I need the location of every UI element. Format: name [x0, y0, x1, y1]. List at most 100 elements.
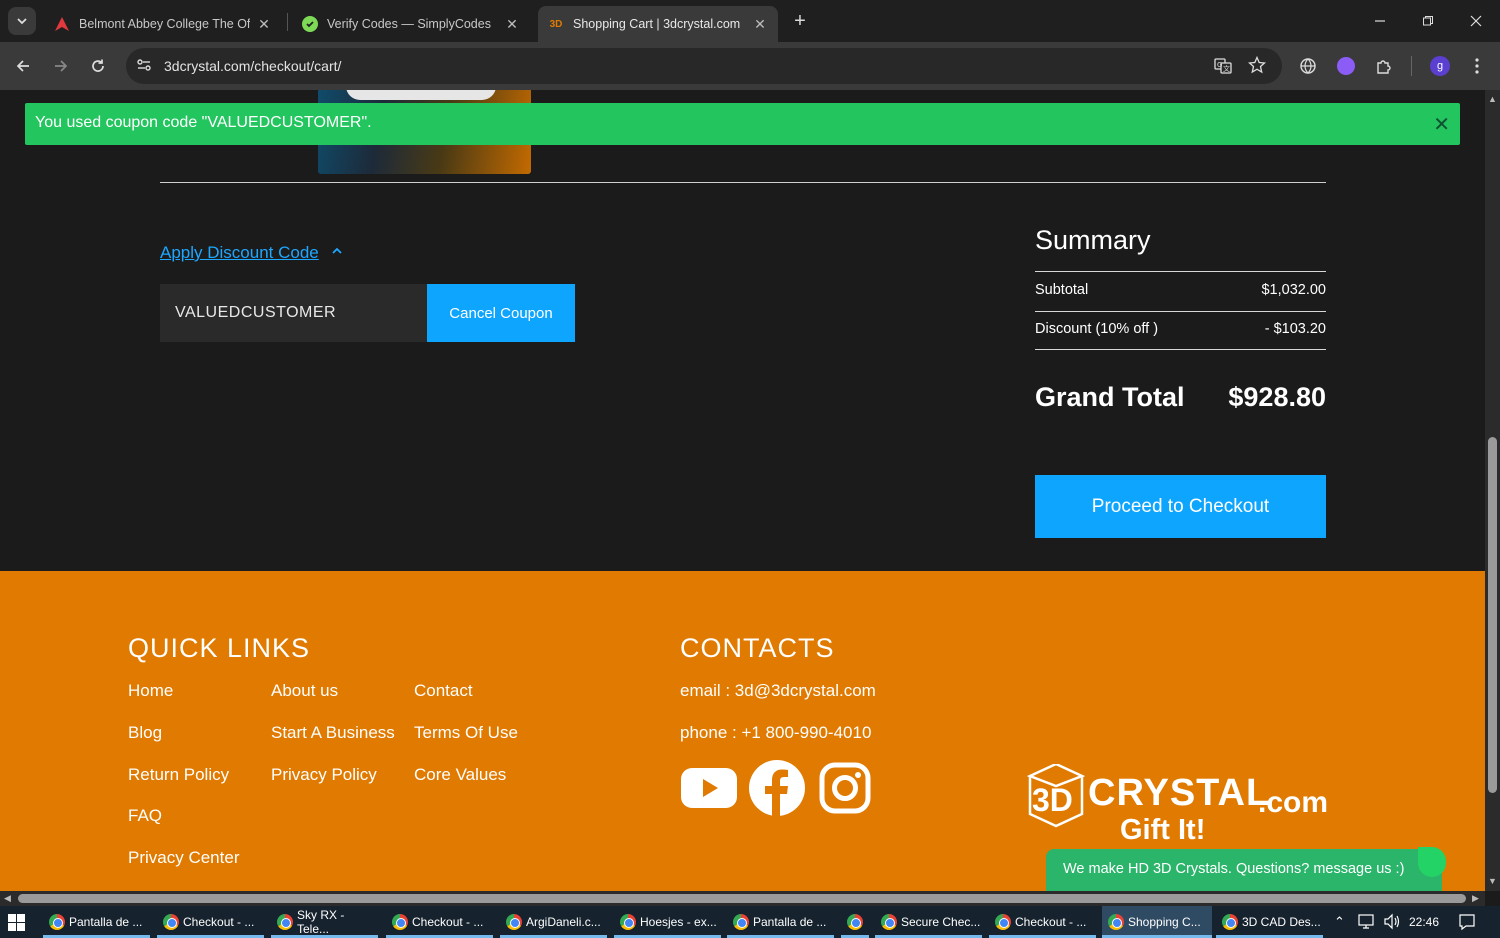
taskbar-app[interactable]: Pantalla de ...	[43, 906, 150, 938]
taskbar-app[interactable]: 3D CAD Des...	[1216, 906, 1323, 938]
youtube-icon[interactable]	[681, 760, 737, 816]
taskbar-app[interactable]: Hoesjes - ex...	[614, 906, 721, 938]
browser-menu-button[interactable]	[1463, 52, 1491, 80]
puzzle-icon	[1377, 60, 1391, 74]
chat-widget[interactable]: We make HD 3D Crystals. Questions? messa…	[1046, 847, 1446, 891]
taskbar-clock[interactable]: 22:46	[1409, 915, 1439, 929]
taskbar-app-active[interactable]: Shopping C...	[1102, 906, 1212, 938]
horizontal-scrollbar[interactable]: ◀ ▶	[0, 891, 1485, 906]
chrome-icon	[1222, 914, 1238, 930]
apply-discount-toggle[interactable]: Apply Discount Code	[160, 243, 319, 263]
taskbar-app[interactable]: Checkout - ...	[386, 906, 493, 938]
restore-icon	[1423, 16, 1433, 26]
contact-phone[interactable]: phone : +1 800-990-4010	[680, 723, 871, 743]
tab-3dcrystal[interactable]: 3D Shopping Cart | 3dcrystal.com ✕	[538, 6, 778, 42]
facebook-icon[interactable]	[749, 760, 805, 816]
belmont-logo-icon	[54, 16, 70, 32]
tab-belmont[interactable]: Belmont Abbey College The Offi ✕	[44, 6, 282, 42]
grand-total-row: Grand Total $928.80	[1035, 382, 1326, 413]
windows-start-icon[interactable]	[8, 914, 25, 931]
taskbar-app[interactable]: Secure Chec...	[875, 906, 982, 938]
tab-title: Belmont Abbey College The Offi	[79, 17, 250, 31]
site-footer: QUICK LINKS Home About us Contact Blog S…	[0, 571, 1485, 891]
brand-logo: 3D CRYSTAL .com Gift It!	[1026, 762, 1346, 849]
scroll-left-icon[interactable]: ◀	[4, 893, 11, 904]
extension-globe-button[interactable]	[1294, 52, 1322, 80]
close-icon[interactable]: ✕	[752, 16, 768, 33]
footer-link-privacy-policy[interactable]: Privacy Policy	[271, 765, 377, 785]
logo-tagline: Gift It!	[1120, 814, 1206, 846]
tab-divider	[287, 13, 288, 31]
footer-link-privacy-center[interactable]: Privacy Center	[128, 848, 239, 868]
back-button[interactable]	[9, 52, 37, 80]
cancel-coupon-button[interactable]: Cancel Coupon	[427, 284, 575, 342]
reload-button[interactable]	[84, 52, 112, 80]
coupon-notice-text: You used coupon code "VALUEDCUSTOMER".	[35, 114, 372, 131]
taskbar-app-label: Checkout - ...	[412, 915, 484, 929]
extension-button[interactable]	[1332, 52, 1360, 80]
taskbar-app[interactable]: ArgiDaneli.c...	[500, 906, 607, 938]
chrome-icon	[163, 914, 179, 930]
logo-mark: 3D	[1032, 782, 1073, 818]
chrome-icon	[49, 914, 65, 930]
footer-link-return-policy[interactable]: Return Policy	[128, 765, 229, 785]
notifications-icon[interactable]	[1458, 913, 1476, 936]
chrome-icon	[733, 914, 749, 930]
translate-icon[interactable]: G文	[1214, 57, 1232, 80]
address-bar[interactable]: 3dcrystal.com/checkout/cart/ G文	[126, 48, 1282, 84]
taskbar-app[interactable]	[841, 906, 869, 938]
tab-simplycodes[interactable]: Verify Codes — SimplyCodes ✕	[292, 6, 530, 42]
tray-chevron-up-icon[interactable]: ⌃	[1334, 914, 1345, 930]
site-settings-icon[interactable]	[136, 57, 152, 78]
taskbar-app[interactable]: Checkout - ...	[989, 906, 1096, 938]
bookmark-star-icon[interactable]	[1247, 55, 1267, 79]
scroll-up-icon[interactable]: ▲	[1488, 94, 1497, 104]
taskbar-app[interactable]: Checkout - ...	[157, 906, 264, 938]
instagram-icon[interactable]	[817, 760, 873, 816]
avatar: g	[1430, 56, 1450, 76]
scroll-down-icon[interactable]: ▼	[1488, 876, 1497, 886]
extensions-menu-button[interactable]	[1370, 52, 1398, 80]
footer-link-terms[interactable]: Terms Of Use	[414, 723, 518, 743]
vertical-scroll-thumb[interactable]	[1488, 437, 1497, 793]
footer-link-contact[interactable]: Contact	[414, 681, 473, 701]
close-icon[interactable]: ✕	[504, 16, 520, 33]
url-text[interactable]: 3dcrystal.com/checkout/cart/	[164, 58, 341, 74]
close-icon	[1470, 15, 1482, 27]
footer-link-core-values[interactable]: Core Values	[414, 765, 506, 785]
logo-tld: .com	[1258, 786, 1329, 819]
svg-text:文: 文	[1223, 64, 1230, 73]
new-tab-button[interactable]: +	[786, 7, 814, 35]
horizontal-scroll-thumb[interactable]	[18, 894, 1466, 903]
footer-link-about[interactable]: About us	[271, 681, 338, 701]
chat-icon[interactable]	[1418, 847, 1446, 877]
quick-links-heading: QUICK LINKS	[128, 633, 311, 663]
footer-link-home[interactable]: Home	[128, 681, 173, 701]
footer-link-blog[interactable]: Blog	[128, 723, 162, 743]
taskbar-app[interactable]: Sky RX - Tele...	[271, 906, 378, 938]
discount-code-input[interactable]	[160, 284, 427, 342]
network-icon[interactable]	[1358, 913, 1375, 935]
close-icon[interactable]: ✕	[256, 16, 272, 33]
close-icon[interactable]: ✕	[1433, 112, 1450, 137]
footer-link-start-business[interactable]: Start A Business	[271, 723, 395, 743]
restore-button[interactable]	[1414, 7, 1442, 35]
chrome-icon	[1108, 914, 1124, 930]
toolbar-divider	[1411, 56, 1412, 76]
scroll-right-icon[interactable]: ▶	[1472, 893, 1479, 904]
reload-icon	[92, 59, 104, 72]
footer-link-faq[interactable]: FAQ	[128, 806, 162, 826]
forward-button[interactable]	[47, 52, 75, 80]
proceed-to-checkout-button[interactable]: Proceed to Checkout	[1035, 475, 1326, 538]
contact-email[interactable]: email : 3d@3dcrystal.com	[680, 681, 876, 701]
vertical-scrollbar[interactable]: ▲ ▼	[1485, 90, 1500, 891]
profile-button[interactable]: g	[1426, 52, 1454, 80]
tab-search-button[interactable]	[8, 7, 36, 35]
summary-divider	[1035, 349, 1326, 350]
minimize-button[interactable]	[1366, 7, 1394, 35]
close-window-button[interactable]	[1462, 7, 1490, 35]
taskbar-app[interactable]: Pantalla de ...	[727, 906, 834, 938]
chevron-up-icon[interactable]	[330, 244, 344, 261]
volume-icon[interactable]	[1383, 913, 1401, 935]
globe-icon	[1300, 58, 1316, 74]
